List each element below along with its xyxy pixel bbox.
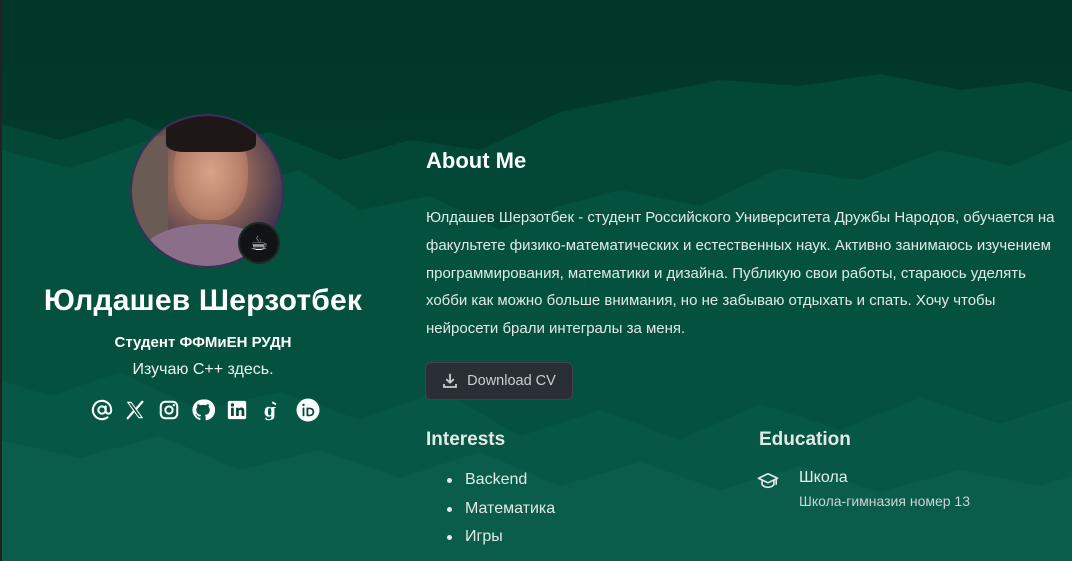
github-icon[interactable] [191, 398, 215, 422]
profile-role: Студент ФФМиЕН РУДН [114, 334, 292, 351]
education-detail: Школа-гимназия номер 13 [799, 493, 971, 509]
interests-list: Backend Математика Игры [426, 466, 555, 552]
coffee-icon: ☕ [250, 231, 268, 255]
list-item: Backend [426, 466, 555, 495]
status-badge[interactable]: ☕ [238, 222, 280, 264]
education-school: Школа [799, 469, 848, 486]
download-icon [443, 373, 458, 388]
interests-title: Interests [426, 429, 506, 450]
download-cv-label: Download CV [467, 373, 556, 389]
profile-name: Юлдашев Шерзотбек [43, 284, 363, 317]
social-links: g [90, 397, 320, 423]
about-title: About Me [426, 148, 527, 173]
google-scholar-icon[interactable]: g [258, 398, 282, 422]
at-icon[interactable] [90, 398, 114, 422]
orcid-icon[interactable] [296, 398, 320, 422]
instagram-icon[interactable] [157, 398, 181, 422]
about-text: Юлдашев Шерзотбек - студент Российского … [426, 209, 1055, 338]
linkedin-icon[interactable] [225, 398, 249, 422]
graduation-cap-icon [757, 472, 779, 489]
list-item: Математика [426, 495, 555, 524]
profile-tagline: Изучаю C++ здесь. [132, 361, 274, 378]
education-title: Education [759, 429, 851, 450]
download-cv-button[interactable]: Download CV [425, 362, 573, 400]
x-icon[interactable] [124, 398, 148, 422]
list-item: Игры [426, 523, 555, 552]
